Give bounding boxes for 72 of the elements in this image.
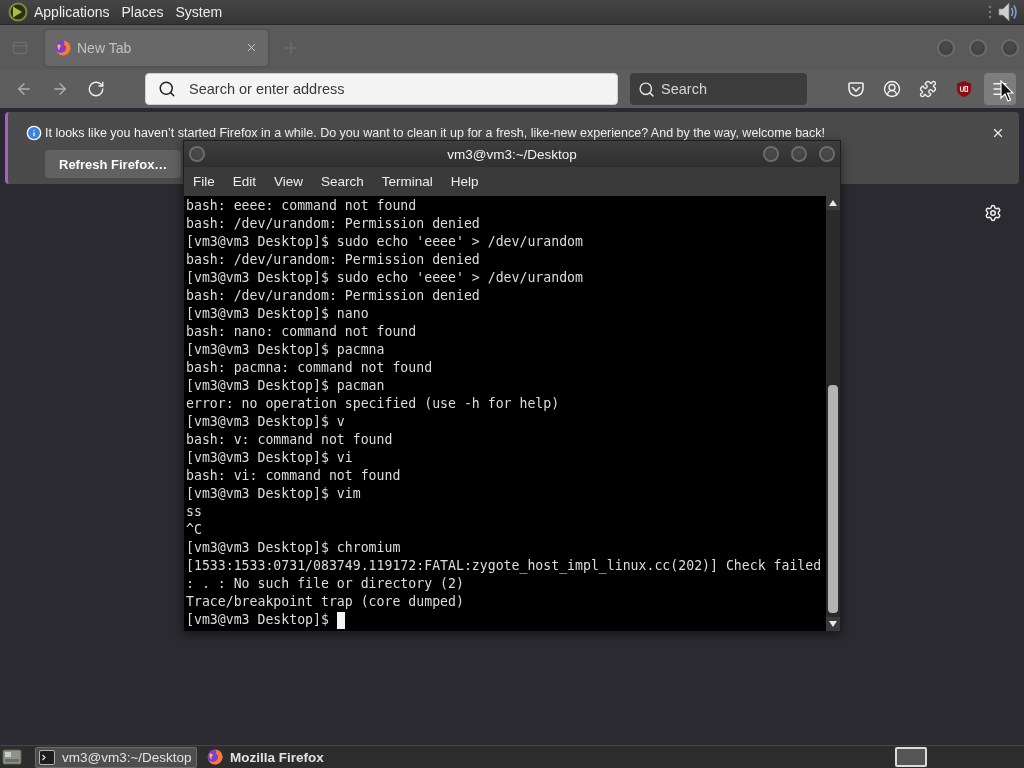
window-menu-button[interactable]	[189, 146, 205, 162]
terminal-line: [vm3@vm3 Desktop]$ nano	[186, 305, 370, 323]
window-title: vm3@vm3:~/Desktop	[447, 146, 577, 162]
terminal-prompt: [vm3@vm3 Desktop]$	[186, 611, 329, 629]
scroll-up-button[interactable]	[826, 196, 840, 210]
terminal-line: [vm3@vm3 Desktop]$ sudo echo 'eeee' > /dev/urandom	[186, 269, 584, 287]
show-desktop-icon[interactable]	[2, 748, 22, 766]
browser-logo-icon	[55, 39, 71, 56]
search-bar[interactable]: Search	[630, 73, 807, 105]
settings-icon[interactable]	[984, 204, 1002, 222]
terminal-icon	[39, 749, 55, 765]
notification-message: It looks like you haven’t started Firefox in a while. Do you want to clean it up for a fresh, like-new experience? And by the way, welcome back!	[45, 126, 827, 140]
terminal-line: : . : No such file or directory (2)	[186, 575, 465, 593]
terminal-line: bash: /dev/urandom: Permission denied	[186, 251, 481, 269]
menu-item[interactable]: File	[184, 169, 224, 194]
terminal-line: [vm3@vm3 Desktop]$ v	[186, 413, 346, 431]
terminal-line: bash: /dev/urandom: Permission denied	[186, 215, 481, 233]
scrollbar-thumb[interactable]	[828, 385, 838, 613]
browser-logo-icon	[207, 749, 223, 765]
info-icon	[26, 125, 42, 141]
search-field[interactable]: Search	[661, 81, 807, 97]
terminal-line: [vm3@vm3 Desktop]$ vim	[186, 485, 362, 503]
account-icon	[883, 80, 901, 98]
refresh-button[interactable]: Refresh Firefox…	[45, 150, 182, 178]
shield-chevron-icon	[847, 80, 865, 98]
terminal-line: bash: v: command not found	[186, 431, 394, 449]
arrow-right-icon	[51, 80, 69, 98]
close-window-button[interactable]	[819, 146, 835, 162]
terminal-line: bash: vi: command not found	[186, 467, 402, 485]
terminal-line: bash: nano: command not found	[186, 323, 418, 341]
terminal-line: bash: pacmna: command not found	[186, 359, 434, 377]
panel-menu[interactable]: Places	[115, 1, 170, 23]
close-icon	[991, 126, 1005, 140]
puzzle-icon	[919, 80, 937, 98]
menu-item[interactable]: View	[265, 169, 313, 194]
address-bar[interactable]: Search or enter address	[145, 73, 618, 105]
terminal-line: [1533:1533:0731/083749.119172:FATAL:zygote_host_impl_linux.cc(202)] Check failed	[186, 557, 823, 575]
arrow-up-icon	[829, 200, 837, 206]
panel-menu[interactable]: System	[169, 1, 229, 23]
speaker-icon[interactable]	[998, 1, 1018, 23]
terminal-line: [vm3@vm3 Desktop]$ pacman	[186, 377, 386, 395]
search-icon	[158, 80, 176, 98]
handle-dots-icon	[988, 5, 992, 19]
maximize-button[interactable]	[791, 146, 807, 162]
menu-item[interactable]: Help	[441, 169, 488, 194]
arrow-down-icon	[829, 621, 837, 627]
terminal-line: [vm3@vm3 Desktop]$ chromium	[186, 539, 402, 557]
terminal-line: error: no operation specified (use -h for help)	[186, 395, 561, 413]
menu-item[interactable]: Search	[312, 169, 373, 194]
search-icon	[638, 80, 655, 98]
reload-icon	[87, 80, 105, 98]
scroll-down-button[interactable]	[826, 617, 840, 631]
terminal-line: [vm3@vm3 Desktop]$ sudo echo 'eeee' > /dev/urandom	[186, 233, 584, 251]
terminal-line: ss	[186, 503, 203, 521]
panel-menu[interactable]: Applications	[28, 1, 116, 23]
tab-title: New Tab	[77, 39, 133, 56]
menu-item[interactable]: Edit	[223, 169, 266, 194]
shield-badge-icon	[955, 80, 973, 98]
mouse-pointer-icon	[1000, 80, 1014, 102]
address-field[interactable]: Search or enter address	[189, 81, 617, 97]
menu-item[interactable]: Terminal	[372, 169, 442, 194]
taskbar-button[interactable]: vm3@vm3:~/Desktop	[35, 746, 197, 768]
taskbar-button[interactable]: Mozilla Firefox	[203, 746, 330, 768]
terminal-line: bash: eeee: command not found	[186, 197, 418, 215]
terminal-line: bash: /dev/urandom: Permission denied	[186, 287, 481, 305]
workspace-switcher[interactable]	[895, 747, 927, 767]
terminal-line: [vm3@vm3 Desktop]$ pacmna	[186, 341, 386, 359]
logo-icon[interactable]	[8, 2, 28, 22]
terminal-line: ^C	[186, 521, 203, 539]
minimize-button[interactable]	[763, 146, 779, 162]
terminal-line: [vm3@vm3 Desktop]$ vi	[186, 449, 354, 467]
terminal-line: Trace/breakpoint trap (core dumped)	[186, 593, 465, 611]
